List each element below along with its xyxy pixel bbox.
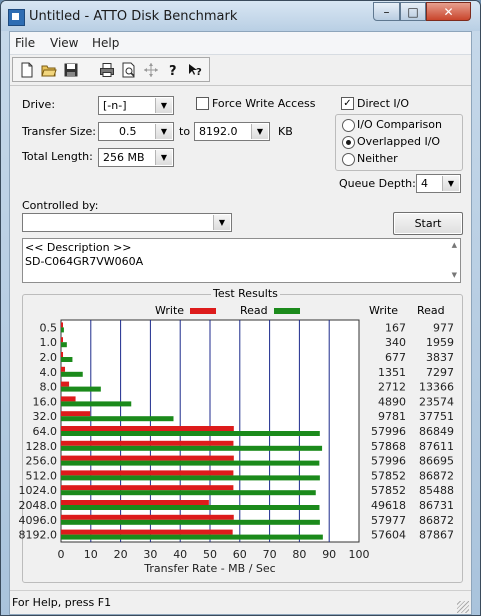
write-bar <box>61 396 76 402</box>
read-value: 977 <box>433 321 454 334</box>
y-tick-label: 1.0 <box>40 336 58 349</box>
read-value: 37751 <box>419 410 454 423</box>
write-value: 57996 <box>371 455 406 468</box>
write-value: 57996 <box>371 425 406 438</box>
status-bar: For Help, press F1 <box>10 590 471 615</box>
status-text: For Help, press F1 <box>12 596 112 609</box>
read-value: 86731 <box>419 499 454 512</box>
write-bar <box>61 366 66 372</box>
x-tick-label: 20 <box>114 548 128 561</box>
close-button[interactable]: ✕ <box>426 2 471 21</box>
read-bar <box>61 519 320 525</box>
app-icon <box>8 9 25 26</box>
write-value: 57604 <box>371 529 406 542</box>
write-bar <box>61 500 209 505</box>
write-value: 57852 <box>371 469 406 482</box>
y-tick-label: 8192.0 <box>19 529 58 542</box>
write-value: 2712 <box>378 381 406 394</box>
read-bar <box>61 357 73 362</box>
read-value: 7297 <box>426 366 454 379</box>
read-value: 86695 <box>419 455 454 468</box>
write-bar <box>61 514 234 520</box>
x-tick-label: 70 <box>263 548 277 561</box>
write-bar <box>61 529 233 535</box>
window-title: Untitled - ATTO Disk Benchmark <box>29 9 238 24</box>
read-bar <box>61 327 64 333</box>
read-value: 23574 <box>419 395 454 408</box>
x-axis-label: Transfer Rate - MB / Sec <box>143 562 275 575</box>
x-tick-label: 90 <box>322 548 336 561</box>
y-tick-label: 0.5 <box>40 321 58 334</box>
minimize-button[interactable]: – <box>373 2 400 21</box>
write-bar <box>61 426 234 431</box>
y-tick-label: 128.0 <box>26 440 58 453</box>
x-tick-label: 0 <box>58 548 65 561</box>
resize-grip-icon[interactable] <box>457 601 469 613</box>
read-bar <box>61 342 67 348</box>
write-bar <box>61 381 70 387</box>
title-bar[interactable]: Untitled - ATTO Disk Benchmark – □ ✕ <box>1 1 480 31</box>
read-value: 86872 <box>419 469 454 482</box>
read-bar <box>61 401 132 407</box>
read-value: 86849 <box>419 425 454 438</box>
write-value: 9781 <box>378 410 406 423</box>
app-window: Untitled - ATTO Disk Benchmark – □ ✕ Fil… <box>0 0 481 616</box>
write-value: 57852 <box>371 484 406 497</box>
x-tick-label: 60 <box>233 548 247 561</box>
x-tick-label: 100 <box>349 548 370 561</box>
read-bar <box>61 490 316 496</box>
read-value: 87611 <box>419 440 454 453</box>
transfer-rate-chart: 0 10 20 30 40 50 60 70 80 90 100 Transfer Rate - MB… <box>19 319 454 575</box>
write-bar <box>61 470 234 476</box>
read-bar <box>61 371 83 377</box>
y-tick-label: 2.0 <box>40 351 58 364</box>
write-bar <box>61 352 64 357</box>
y-tick-label: 64.0 <box>33 425 58 438</box>
read-bar <box>61 505 320 510</box>
write-value: 57977 <box>371 514 406 527</box>
write-value: 4890 <box>378 395 406 408</box>
y-tick-label: 4096.0 <box>19 514 58 527</box>
write-bar <box>61 440 234 446</box>
read-value: 87867 <box>419 529 454 542</box>
y-tick-label: 1024.0 <box>19 484 58 497</box>
read-bar <box>61 431 320 436</box>
x-tick-label: 30 <box>143 548 157 561</box>
x-tick-label: 50 <box>203 548 217 561</box>
write-bar <box>61 411 91 417</box>
write-bar <box>61 485 234 491</box>
x-tick-label: 10 <box>84 548 98 561</box>
write-bar <box>61 322 63 328</box>
read-bar <box>61 475 320 481</box>
read-bar <box>61 534 323 540</box>
write-bar <box>61 455 234 461</box>
write-value: 167 <box>385 321 406 334</box>
y-tick-label: 32.0 <box>33 410 58 423</box>
read-bar <box>61 460 320 466</box>
y-tick-label: 16.0 <box>33 395 58 408</box>
read-value: 1959 <box>426 336 454 349</box>
y-tick-label: 512.0 <box>26 469 58 482</box>
read-bar <box>61 386 101 392</box>
read-value: 3837 <box>426 351 454 364</box>
x-tick-label: 80 <box>292 548 306 561</box>
read-value: 13366 <box>419 381 454 394</box>
write-value: 677 <box>385 351 406 364</box>
write-value: 57868 <box>371 440 406 453</box>
y-tick-label: 4.0 <box>40 366 58 379</box>
y-tick-label: 2048.0 <box>19 499 58 512</box>
x-tick-label: 40 <box>173 548 187 561</box>
client-area: File View Help ? ? Drive: [-n-] ▼ Force … <box>9 31 472 615</box>
read-value: 85488 <box>419 484 454 497</box>
read-bar <box>61 416 174 422</box>
write-bar <box>61 337 63 343</box>
y-tick-label: 8.0 <box>40 381 58 394</box>
maximize-button[interactable]: □ <box>400 2 426 21</box>
read-value: 86872 <box>419 514 454 527</box>
write-value: 340 <box>385 336 406 349</box>
write-value: 1351 <box>378 366 406 379</box>
read-bar <box>61 445 323 451</box>
write-value: 49618 <box>371 499 406 512</box>
y-tick-label: 256.0 <box>26 455 58 468</box>
